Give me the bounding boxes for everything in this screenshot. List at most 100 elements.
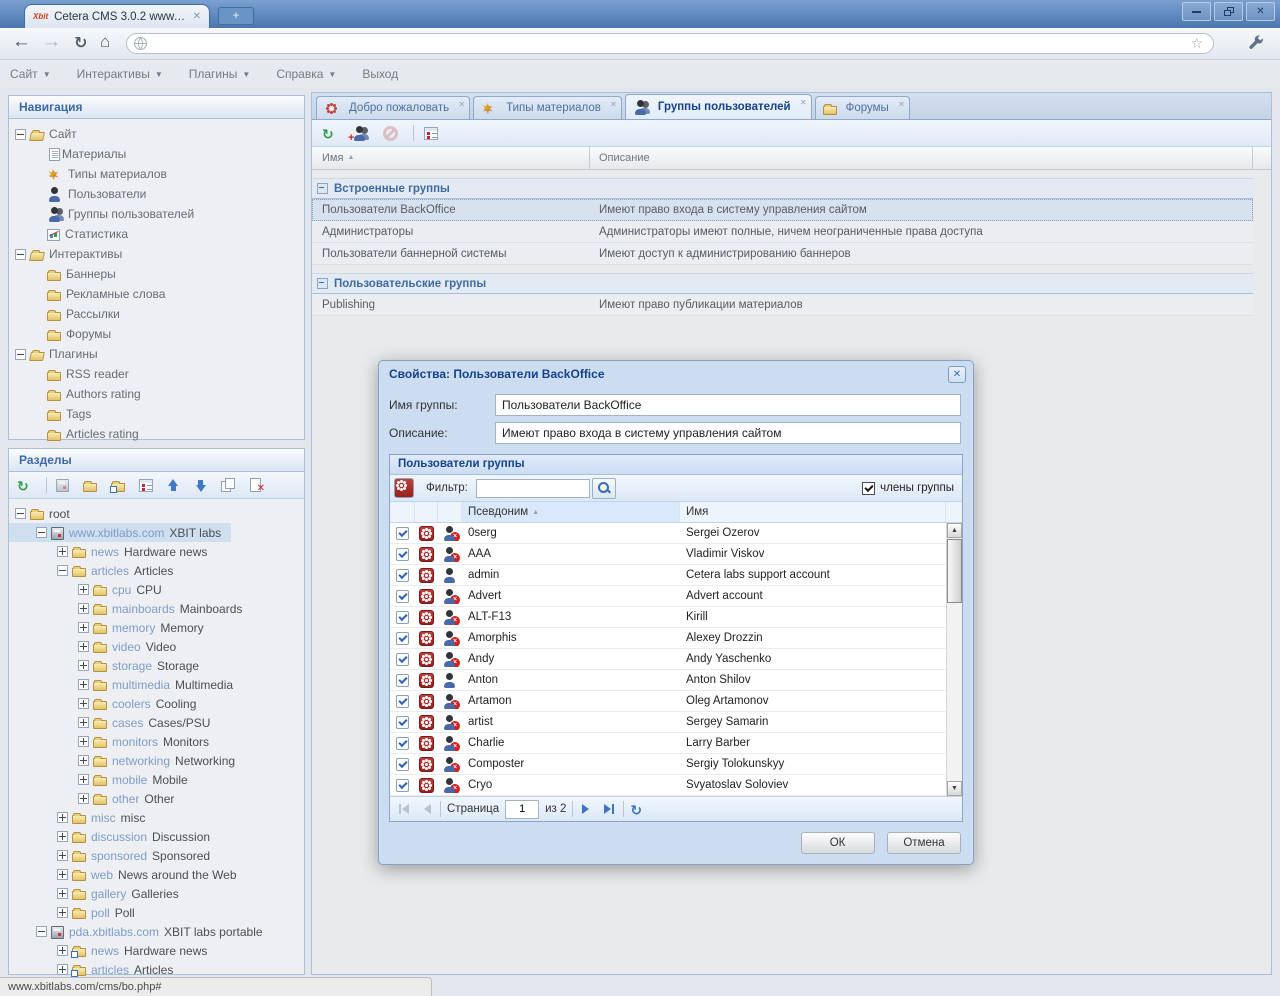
table-row[interactable]: Пользователи баннерной системы Имеют дос… [312,243,1253,265]
refresh-icon[interactable] [630,802,645,817]
properties-icon[interactable] [139,479,153,492]
group-flower-button[interactable] [394,478,414,498]
column-header-username[interactable]: Имя [680,502,946,522]
user-row[interactable]: × Cryo Svyatoslav Soloviev [390,775,962,796]
tree-expander-icon[interactable] [36,926,47,937]
tree-item[interactable]: RSS reader [9,364,304,384]
table-row[interactable]: Пользователи BackOffice Имеют право вход… [312,199,1253,221]
user-checkbox[interactable] [396,695,409,708]
move-up-icon[interactable] [167,478,180,493]
tree-item[interactable]: Authors rating [9,384,304,404]
new-link-folder-icon[interactable] [111,483,125,492]
scrollbar-thumb[interactable] [947,539,962,603]
group-header[interactable]: Встроенные группы [312,178,1253,199]
group-name-field[interactable] [495,394,961,416]
wrench-icon[interactable] [1248,35,1265,52]
user-row[interactable]: admin Cetera labs support account [390,565,962,586]
cancel-button[interactable]: Отмена [887,832,961,854]
tree-expander-icon[interactable] [57,888,68,899]
user-checkbox[interactable] [396,716,409,729]
user-row[interactable]: × Andy Andy Yaschenko [390,649,962,670]
menu-item[interactable]: Выход [362,67,398,81]
tree-item[interactable]: articles Articles [9,561,183,580]
user-checkbox[interactable] [396,779,409,792]
user-checkbox[interactable] [396,653,409,666]
user-checkbox[interactable] [396,569,409,582]
tab[interactable]: Типы материалов ✕ [473,96,622,119]
tree-expander-icon[interactable] [78,622,89,633]
tree-item[interactable]: Группы пользователей [9,204,304,224]
table-row[interactable]: Publishing Имеют право публикации матери… [312,294,1253,316]
tree-item[interactable]: poll Poll [9,903,145,922]
tree-expander-icon[interactable] [15,508,26,519]
forward-button[interactable]: → [42,31,61,53]
tab-close-icon[interactable]: ✕ [610,100,617,109]
search-button[interactable] [592,478,616,499]
refresh-icon[interactable] [322,126,337,141]
column-header-alias[interactable]: Псевдоним▲ [462,502,680,522]
tree-item[interactable]: monitors Monitors [9,732,219,751]
delete-icon[interactable] [249,478,263,492]
minimize-button[interactable] [1182,2,1211,21]
group-desc-field[interactable] [495,422,961,444]
tree-item[interactable]: Материалы [9,144,304,164]
tree-item[interactable]: Баннеры [9,264,304,284]
tree-item[interactable]: Интерактивы [9,244,304,264]
tree-expander-icon[interactable] [57,869,68,880]
tree-expander-icon[interactable] [57,812,68,823]
tree-expander-icon[interactable] [78,641,89,652]
tree-expander-icon[interactable] [57,831,68,842]
tree-item[interactable]: Articles rating [9,424,304,444]
tree-item[interactable]: news Hardware news [9,941,217,960]
back-button[interactable]: ← [12,31,31,53]
tree-item[interactable]: mobile Mobile [9,770,198,789]
tree-expander-icon[interactable] [57,945,68,956]
menu-item[interactable]: Плагины ▼ [189,67,251,81]
group-header[interactable]: Пользовательские группы [312,273,1253,294]
site-icon[interactable] [56,479,69,492]
copy-icon[interactable] [221,478,235,492]
tree-item[interactable]: pda.xbitlabs.com XBIT labs portable [9,922,273,941]
user-row[interactable]: × Artamon Oleg Artamonov [390,691,962,712]
tree-item[interactable]: memory Memory [9,618,214,637]
page-number-input[interactable] [505,800,539,819]
tab-close-icon[interactable]: ✕ [898,100,905,109]
vertical-scrollbar[interactable]: ▲ ▼ [946,523,962,796]
refresh-button[interactable]: ↻ [74,33,87,53]
address-bar[interactable]: ☆ [126,33,1214,54]
tree-expander-icon[interactable] [78,717,89,728]
tree-expander-icon[interactable] [78,603,89,614]
home-button[interactable]: ⌂ [100,32,110,52]
tab-close-icon[interactable]: ✕ [458,100,465,109]
tree-item[interactable]: coolers Cooling [9,694,206,713]
user-checkbox[interactable] [396,590,409,603]
properties-icon[interactable] [424,127,438,140]
user-checkbox[interactable] [396,632,409,645]
tree-expander-icon[interactable] [78,679,89,690]
tree-item[interactable]: Форумы [9,324,304,344]
tree-item[interactable]: video Video [9,637,186,656]
collapse-icon[interactable] [317,183,328,194]
tree-expander-icon[interactable] [78,755,89,766]
tree-expander-icon[interactable] [78,774,89,785]
collapse-icon[interactable] [317,278,328,289]
add-group-icon[interactable]: + [352,126,368,141]
filter-input[interactable] [476,479,590,498]
scroll-down-icon[interactable]: ▼ [947,781,962,796]
tree-expander-icon[interactable] [57,964,68,975]
tree-item[interactable]: discussion Discussion [9,827,220,846]
tree-item[interactable]: Типы материалов [9,164,304,184]
column-separator[interactable] [589,147,590,169]
tree-item[interactable]: www.xbitlabs.com XBIT labs [9,523,231,542]
tree-expander-icon[interactable] [57,850,68,861]
tree-item[interactable]: Tags [9,404,304,424]
tree-expander-icon[interactable] [57,565,68,576]
menu-item[interactable]: Справка ▼ [276,67,336,81]
tree-expander-icon[interactable] [78,793,89,804]
user-checkbox[interactable] [396,674,409,687]
user-row[interactable]: × Composter Sergiy Tolokunskyy [390,754,962,775]
tree-item[interactable]: Сайт [9,124,304,144]
tree-expander-icon[interactable] [78,660,89,671]
tree-item[interactable]: news Hardware news [9,542,217,561]
tab[interactable]: Добро пожаловать ✕ [316,96,470,119]
